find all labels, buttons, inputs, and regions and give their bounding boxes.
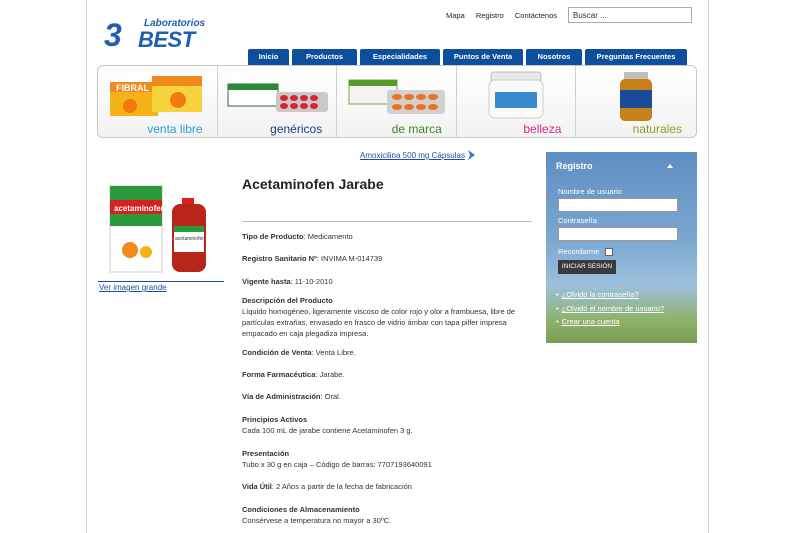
svg-text:FIBRAL: FIBRAL [116,83,149,93]
create-account-link[interactable]: Crear una cuenta [556,317,620,326]
product-title: Acetaminofen Jarabe [242,176,384,192]
field-value: Consérvese a temperatura no mayor a 30ºC… [242,516,392,525]
belleza-image [488,71,544,119]
main-nav: Inicio Productos Especialidades Puntos d… [248,49,690,65]
category-naturales[interactable]: naturales [576,66,696,137]
field-condicion-de-venta: Condición de Venta: Venta Libre. [242,347,532,358]
username-input[interactable] [558,198,678,212]
genericos-image [227,83,328,112]
field-value: : Oral. [320,392,341,401]
field-value: : INVIMA M-014739 [316,254,383,263]
logo-number: 3 [104,17,122,53]
field-label: Vigente hasta [242,277,291,286]
category-label: venta libre [147,122,203,136]
field-presentacion: Presentación Tubo x 30 g en caja – Códig… [242,448,532,470]
forgot-username-link[interactable]: ¿Olvidó el nombre de usuario? [556,304,665,313]
site-logo[interactable]: 3 Laboratorios BEST [104,18,214,52]
tab-especialidades[interactable]: Especialidades [360,49,440,65]
field-value: : Venta Libre. [311,348,356,357]
password-input[interactable] [558,227,678,241]
category-venta-libre[interactable]: FIBRAL venta libre [98,66,218,137]
field-vigente-hasta: Vigente hasta: 11-10-2010 [242,276,532,287]
field-label: Presentación [242,449,290,458]
top-links: Mapa Registro Contáctenos [446,11,566,20]
field-value: : Jarabe. [315,370,345,379]
category-de-marca[interactable]: de marca [337,66,457,137]
product-bottle-brand: acetaminofen [175,236,205,242]
field-vida-util: Vida Útil: 2 Años a partir de la fecha d… [242,481,532,492]
de-marca-image [348,79,446,114]
field-label: Descripción del Producto [242,296,333,305]
login-button[interactable]: INICIAR SESIÓN [558,260,616,274]
field-condiciones-almacenamiento: Condiciones de Almacenamiento Consérvese… [242,504,532,526]
category-label: de marca [391,122,442,136]
tab-productos[interactable]: Productos [292,49,357,65]
username-label: Nombre de usuario [558,187,622,196]
remember-label: Recordarme [558,247,600,256]
field-forma-farmaceutica: Forma Farmacéutica: Jarabe. [242,369,532,380]
next-product-link[interactable]: Amoxicilina 500 mg Cápsulas [360,151,465,160]
product-image[interactable]: acetaminofen acetaminofen [100,184,224,280]
field-principios-activos: Principios Activos Cada 100 mL de jarabe… [242,414,532,436]
field-registro-sanitario: Registro Sanitario Nº: INVIMA M-014739 [242,253,532,264]
remember-checkbox[interactable] [605,248,613,256]
logo-brand: BEST [138,27,195,52]
tab-preguntas-frecuentes[interactable]: Preguntas Frecuentes [585,49,687,65]
naturales-image [620,72,653,121]
tab-puntos-de-venta[interactable]: Puntos de Venta [443,49,523,65]
password-label: Contraseña [558,216,597,225]
field-value: Tubo x 30 g en caja – Código de barras: … [242,460,432,469]
field-descripcion: Descripción del Producto Líquido homogén… [242,295,532,339]
title-divider [242,221,532,222]
field-value: : 11-10-2010 [290,277,333,286]
forgot-password-link[interactable]: ¿Olvidó la contraseña? [556,290,639,299]
category-genericos[interactable]: genéricos [218,66,338,137]
category-belleza[interactable]: belleza [457,66,577,137]
tab-inicio[interactable]: Inicio [248,49,289,65]
field-value: Cada 100 mL de jarabe contiene Acetamino… [242,426,413,435]
image-divider [98,281,224,282]
field-label: Vía de Administración [242,392,321,401]
field-via-de-administracion: Vía de Administración: Oral. [242,391,532,402]
field-label: Principios Activos [242,415,308,424]
search-input[interactable] [568,7,692,23]
field-tipo-de-producto: Tipo de Producto: Medicamento [242,231,532,242]
field-value: : 2 Años a partir de la fecha de fabrica… [271,482,412,491]
tab-nosotros[interactable]: Nosotros [526,49,582,65]
field-label: Vida Útil [242,482,272,491]
category-label: naturales [632,122,682,136]
field-value: : Medicamento [303,232,353,241]
collapse-caret-icon[interactable] [667,164,673,168]
link-contactenos[interactable]: Contáctenos [515,11,557,20]
field-label: Forma Farmacéutica [242,370,316,379]
category-banner: FIBRAL venta libre genéricos de marca be… [97,65,697,138]
field-label: Condición de Venta [242,348,312,357]
product-box-brand: acetaminofen [114,204,166,213]
view-large-image-link[interactable]: Ver imagen grande [99,283,167,292]
field-value: Líquido homogéneo, ligeramente viscoso d… [242,307,516,338]
link-mapa[interactable]: Mapa [446,11,465,20]
login-panel: Registro Nombre de usuario Contraseña Re… [546,152,697,343]
field-label: Registro Sanitario Nº [242,254,317,263]
login-title: Registro [556,161,593,171]
category-label: genéricos [270,122,323,136]
next-arrow-icon[interactable] [467,150,477,160]
field-label: Tipo de Producto [242,232,304,241]
link-registro[interactable]: Registro [476,11,504,20]
venta-libre-image: FIBRAL [110,76,202,116]
field-label: Condiciones de Almacenamiento [242,505,360,514]
category-label: belleza [523,122,562,136]
